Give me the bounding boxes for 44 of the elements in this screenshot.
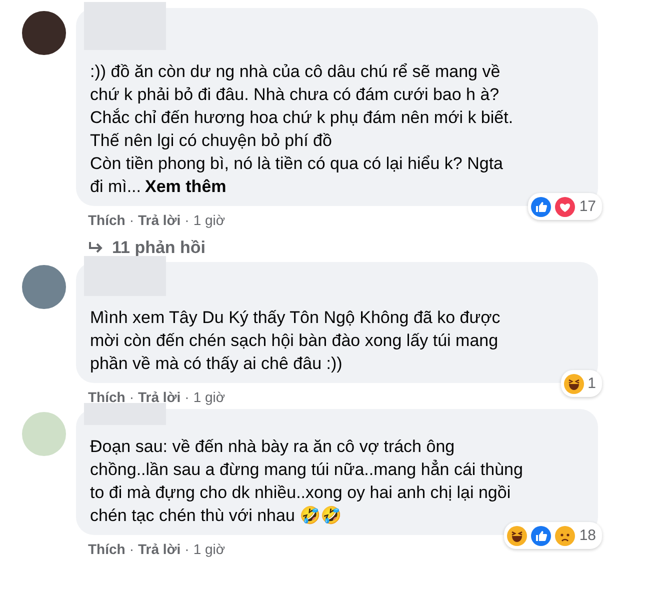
action-link[interactable]: Trả lời [138, 212, 181, 228]
comment-text-line: mời còn đến chén sạch hội bàn đào xong lấy túi mang [90, 330, 500, 352]
comment-text-line: Còn tiền phong bì, nó là tiền có qua có lại hiểu k? Ngta [90, 153, 504, 175]
comment-text-line: chén tạc chén thù với nhau 🤣🤣 [90, 505, 343, 527]
separator-dot: · [129, 541, 134, 557]
replies-link[interactable]: 11 phản hồi [76, 228, 598, 258]
reaction-count: 18 [579, 526, 596, 546]
comment-text-line: Chắc chỉ đến hương hoa chứ k phụ đám nên mới k biết. [90, 107, 514, 129]
action-link[interactable]: Thích [88, 541, 126, 557]
see-more-link[interactable]: Xem thêm [145, 177, 226, 196]
reply-arrow-icon [88, 241, 104, 255]
comment-text-line: phần về mà có thấy ai chê đâu :)) [90, 353, 344, 375]
separator-dot: · [129, 389, 134, 405]
action-link[interactable]: Thích [88, 212, 126, 228]
thumbs-up-icon [531, 196, 552, 216]
separator-dot: · [184, 389, 190, 405]
reaction-summary[interactable]: 17 [528, 193, 602, 220]
reaction-summary[interactable]: 18 [504, 522, 602, 549]
comment-text-line: chồng..lần sau a đừng mang túi nữa..mang hẳn cái thùng [90, 458, 524, 481]
timestamp: 1 giờ [193, 389, 226, 405]
reaction-summary[interactable]: 1 [560, 370, 602, 397]
laughing-face-icon [507, 526, 528, 546]
comment-text-line: :)) đồ ăn còn dư ng nhà của cô dâu chú rể sẽ mang về [90, 61, 502, 83]
sad-face-icon [555, 526, 576, 546]
action-link[interactable]: Trả lời [138, 541, 181, 557]
comment-text-line: đi mì... Xem thêm [90, 176, 228, 198]
comment-text-line: Thế nên lgi có chuyện bỏ phí đồ [90, 130, 333, 152]
separator-dot: · [184, 541, 190, 557]
reaction-count: 17 [579, 197, 596, 217]
reaction-count: 1 [588, 374, 596, 394]
avatar[interactable] [22, 11, 66, 55]
comment-text-line: chứ k phải bỏ đi đâu. Nhà chưa có đám cưới bao h à? [90, 84, 500, 106]
replies-count: 11 phản hồi [112, 238, 206, 258]
separator-dot: · [129, 212, 134, 228]
action-link[interactable]: Thích [88, 389, 126, 405]
comment-text-line: Mình xem Tây Du Ký thấy Tôn Ngộ Không đã ko được [90, 307, 502, 329]
separator-dot: · [184, 212, 190, 228]
action-link[interactable]: Trả lời [138, 389, 181, 405]
thumbs-up-icon [531, 526, 552, 546]
timestamp: 1 giờ [193, 541, 226, 557]
comment-text-line: to đi mà đựng cho dk nhiều..xong oy hai anh chị lại ngồi [90, 482, 512, 504]
laughing-face-icon [564, 374, 584, 394]
timestamp: 1 giờ [193, 212, 226, 228]
comment-text-line: Đoạn sau: về đến nhà bày ra ăn cô vợ trách ông [90, 436, 456, 458]
